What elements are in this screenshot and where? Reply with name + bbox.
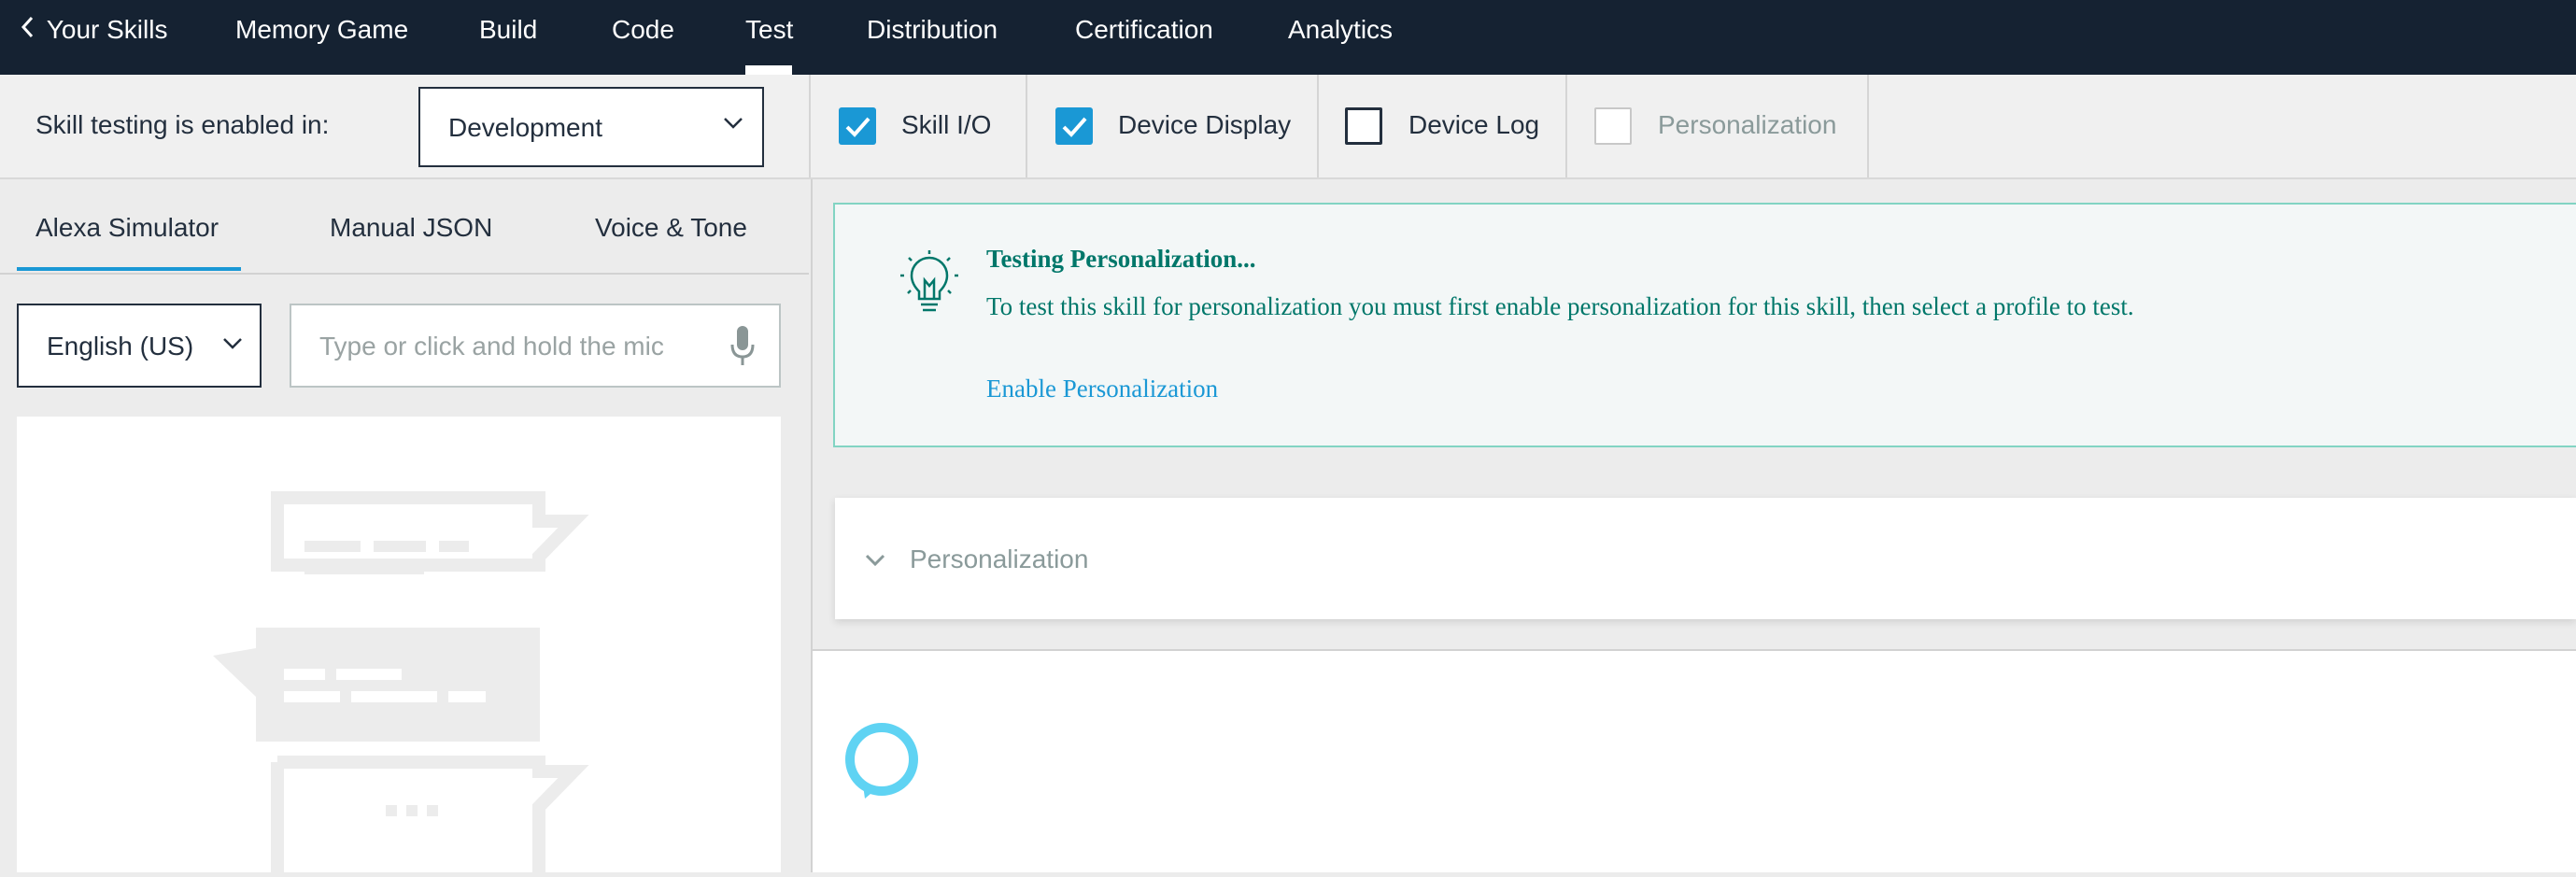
checkmark-icon xyxy=(845,117,870,137)
skill-io-checkbox[interactable] xyxy=(839,107,876,145)
stage-select-value: Development xyxy=(448,113,602,142)
tab-certification[interactable]: Certification xyxy=(1075,0,1213,75)
toolbar-divider xyxy=(1026,75,1027,177)
skill-io-label: Skill I/O xyxy=(901,110,992,139)
accordion-label: Personalization xyxy=(910,545,1089,573)
utterance-placeholder: Type or click and hold the mic xyxy=(319,332,664,361)
tab-build[interactable]: Build xyxy=(479,0,537,75)
tab-analytics[interactable]: Analytics xyxy=(1288,0,1393,75)
device-display-checkbox[interactable] xyxy=(1055,107,1093,145)
language-select-value: English (US) xyxy=(47,332,194,361)
device-log-label: Device Log xyxy=(1408,110,1540,139)
conversation-area xyxy=(17,417,781,872)
empty-conversation-illustration xyxy=(213,491,589,872)
toolbar-divider xyxy=(1867,75,1869,177)
stage-select[interactable]: Development xyxy=(418,87,764,167)
simulator-tabs: Alexa Simulator Manual JSON Voice & Tone xyxy=(0,179,809,275)
personalization-checkbox-label: Personalization xyxy=(1658,110,1837,139)
alexa-logo-icon xyxy=(844,722,919,805)
tab-test[interactable]: Test xyxy=(745,0,793,75)
lightbulb-icon xyxy=(899,250,960,326)
tab-alexa-simulator[interactable]: Alexa Simulator xyxy=(35,179,219,273)
tab-distribution[interactable]: Distribution xyxy=(867,0,998,75)
language-select[interactable]: English (US) xyxy=(17,304,262,388)
back-to-skills-label: Your Skills xyxy=(46,15,168,44)
active-tab-indicator xyxy=(745,65,792,75)
chevron-down-icon xyxy=(222,337,243,355)
back-to-skills-link[interactable]: Your Skills xyxy=(21,0,167,75)
device-log-checkbox[interactable] xyxy=(1345,107,1382,145)
chevron-down-icon xyxy=(723,117,743,134)
personalization-alert xyxy=(833,203,2576,447)
tab-manual-json[interactable]: Manual JSON xyxy=(330,179,492,273)
chevron-left-icon xyxy=(21,0,34,60)
checkmark-icon xyxy=(1062,117,1087,137)
alert-message: To test this skill for personalization y… xyxy=(986,292,2134,320)
testing-enabled-label: Skill testing is enabled in: xyxy=(35,110,330,139)
tab-voice-tone[interactable]: Voice & Tone xyxy=(595,179,747,273)
device-display-label: Device Display xyxy=(1118,110,1292,139)
personalization-checkbox[interactable] xyxy=(1594,107,1632,145)
toolbar-divider xyxy=(809,75,811,177)
active-simulator-tab-indicator xyxy=(17,267,241,271)
skill-name[interactable]: Memory Game xyxy=(235,0,408,75)
toolbar-divider xyxy=(1565,75,1567,177)
tab-code[interactable]: Code xyxy=(612,0,674,75)
top-nav: Your Skills Memory Game Build Code Test … xyxy=(0,0,2576,75)
enable-personalization-link[interactable]: Enable Personalization xyxy=(986,375,1218,403)
microphone-icon[interactable] xyxy=(729,324,757,374)
alert-title: Testing Personalization... xyxy=(986,245,1256,273)
personalization-accordion[interactable]: Personalization xyxy=(835,498,2576,619)
utterance-input[interactable]: Type or click and hold the mic xyxy=(290,304,781,388)
alexa-response-area xyxy=(813,651,2576,872)
toolbar-divider xyxy=(1317,75,1319,177)
chevron-down-icon xyxy=(865,554,885,572)
